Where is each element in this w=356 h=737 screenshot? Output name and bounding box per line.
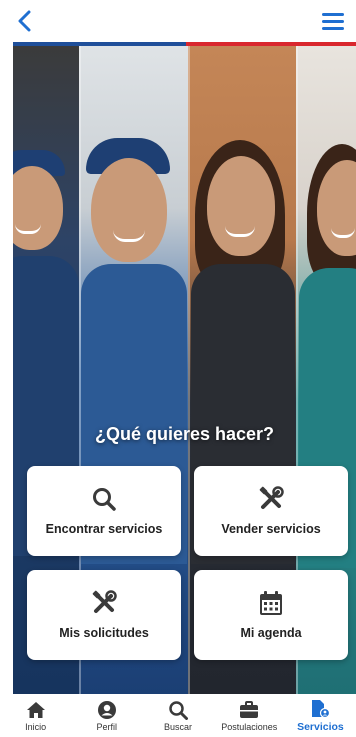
nav-item-perfil[interactable]: Perfil bbox=[71, 694, 142, 737]
tools-icon bbox=[258, 486, 284, 512]
nav-item-buscar[interactable]: Buscar bbox=[142, 694, 213, 737]
search-icon bbox=[168, 700, 188, 720]
photo-divider bbox=[188, 46, 190, 694]
back-button[interactable] bbox=[10, 6, 40, 36]
my-agenda-card[interactable]: Mi agenda bbox=[194, 570, 348, 660]
bottom-navigation: Inicio Perfil Buscar Postulaciones Servi… bbox=[0, 694, 356, 737]
my-requests-card[interactable]: Mis solicitudes bbox=[27, 570, 181, 660]
card-label: Mi agenda bbox=[240, 626, 302, 640]
nav-label: Perfil bbox=[96, 721, 118, 732]
chevron-left-icon bbox=[18, 10, 31, 32]
tools-icon bbox=[91, 590, 117, 616]
card-label: Mis solicitudes bbox=[59, 626, 149, 640]
menu-button[interactable] bbox=[316, 6, 350, 36]
find-services-card[interactable]: Encontrar servicios bbox=[27, 466, 181, 556]
briefcase-icon bbox=[239, 700, 259, 720]
nav-item-servicios[interactable]: Servicios bbox=[285, 694, 356, 737]
nav-label: Buscar bbox=[164, 721, 193, 732]
file-user-icon bbox=[310, 699, 331, 719]
user-icon bbox=[97, 700, 117, 720]
home-icon bbox=[26, 700, 46, 720]
nav-item-postulaciones[interactable]: Postulaciones bbox=[214, 694, 285, 737]
nav-label: Postulaciones bbox=[221, 721, 278, 732]
nav-label: Inicio bbox=[25, 721, 47, 732]
nav-label: Servicios bbox=[297, 720, 344, 733]
search-icon bbox=[91, 486, 117, 512]
hamburger-menu-icon bbox=[322, 13, 344, 30]
calendar-icon bbox=[258, 590, 284, 616]
top-bar bbox=[0, 0, 356, 44]
hero-banner: ¿Qué quieres hacer? Encontrar servicios … bbox=[13, 46, 356, 694]
card-label: Encontrar servicios bbox=[45, 522, 163, 536]
sell-services-card[interactable]: Vender servicios bbox=[194, 466, 348, 556]
card-label: Vender servicios bbox=[221, 522, 321, 536]
hero-title: ¿Qué quieres hacer? bbox=[94, 424, 275, 444]
nav-item-inicio[interactable]: Inicio bbox=[0, 694, 71, 737]
